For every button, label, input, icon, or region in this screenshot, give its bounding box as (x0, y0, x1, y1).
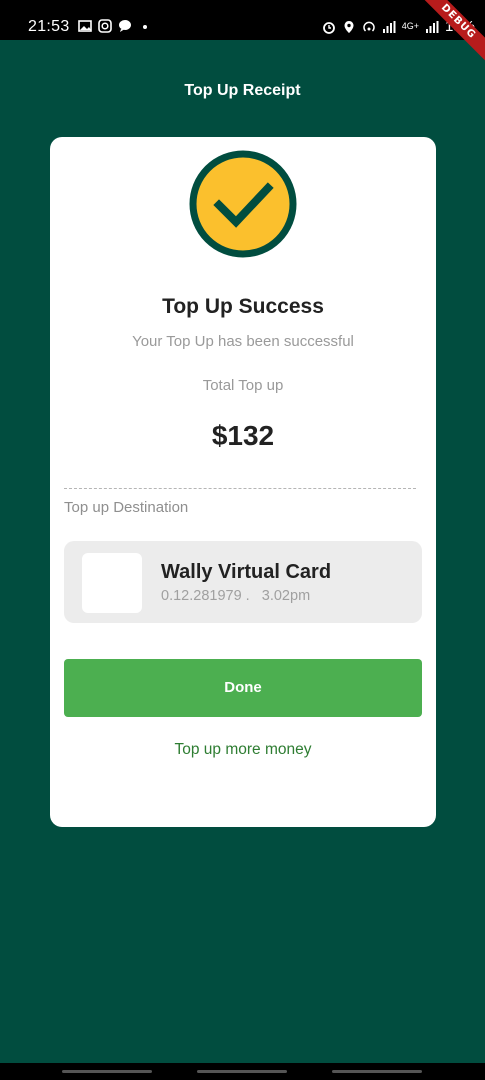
signal-icon (382, 20, 396, 33)
success-title: Top Up Success (162, 295, 324, 318)
destination-card: Wally Virtual Card 0.12.281979 . 3.02pm (64, 541, 422, 623)
signal-2-icon (425, 20, 439, 33)
nav-back-handle[interactable] (332, 1070, 422, 1073)
system-nav-bar (0, 1063, 485, 1080)
destination-label: Top up Destination (64, 499, 189, 516)
alarm-icon (322, 21, 335, 34)
success-subtitle: Your Top Up has been successful (132, 333, 354, 350)
dot-icon (143, 25, 147, 29)
total-label: Total Top up (202, 377, 284, 394)
page-title: Top Up Receipt (184, 82, 301, 99)
total-amount: $132 (211, 420, 275, 451)
system-icons: 4G+ 15% (322, 18, 475, 35)
location-icon (344, 20, 354, 33)
done-button[interactable]: Done (64, 659, 422, 717)
dashed-divider (64, 488, 416, 489)
image-icon (78, 20, 92, 32)
chat-icon (119, 20, 131, 32)
instagram-icon (98, 19, 112, 33)
success-check-icon (189, 150, 297, 258)
status-bar: 21:53 4G+ 15% (0, 0, 485, 40)
destination-meta: 0.12.281979 . 3.02pm (161, 588, 311, 604)
nav-home-handle[interactable] (197, 1070, 287, 1073)
top-up-more-link[interactable]: Top up more money (50, 741, 436, 759)
battery-percent: 15% (444, 18, 475, 35)
notification-icons (78, 19, 152, 33)
status-time: 21:53 (28, 18, 70, 35)
card-thumbnail (82, 553, 142, 613)
nav-recents-handle[interactable] (62, 1070, 152, 1073)
destination-name: Wally Virtual Card (161, 561, 332, 583)
hotspot-icon (362, 21, 375, 32)
network-type: 4G+ (401, 21, 419, 31)
receipt-card: Top Up Success Your Top Up has been succ… (50, 137, 436, 827)
